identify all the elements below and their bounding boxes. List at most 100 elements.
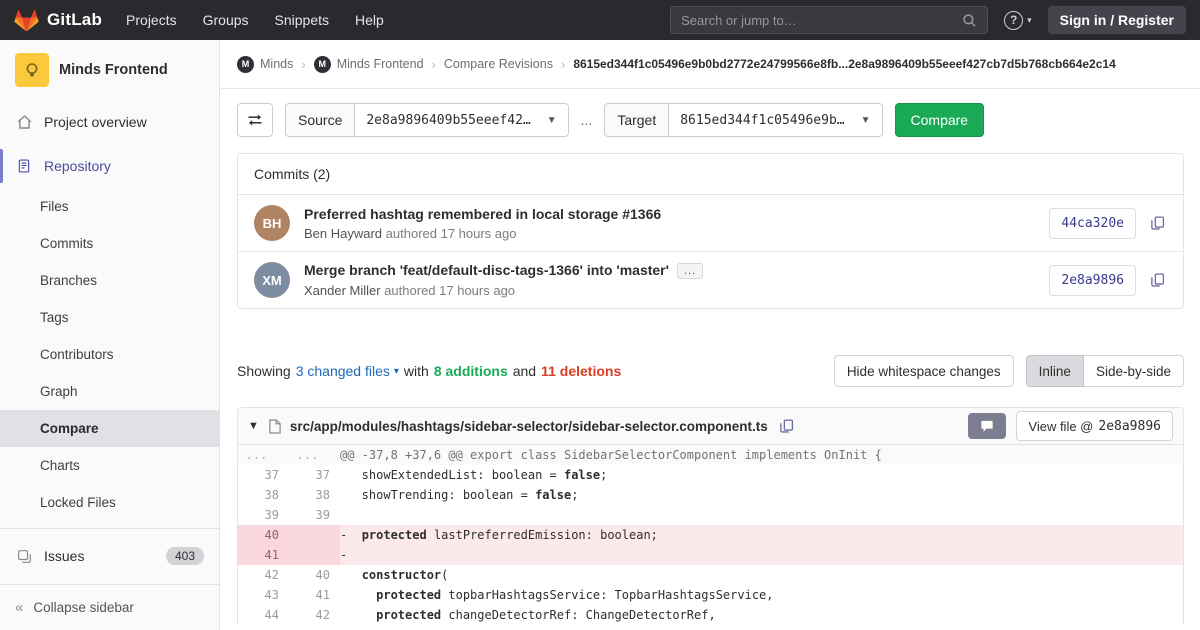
old-line-number[interactable]: 39 <box>238 505 289 525</box>
sidebar-item-graph[interactable]: Graph <box>0 373 219 410</box>
old-line-number[interactable]: 43 <box>238 585 289 605</box>
toggle-comments-button[interactable] <box>968 413 1006 439</box>
old-line-number[interactable]: 41 <box>238 545 289 565</box>
sidebar-item-files[interactable]: Files <box>0 188 219 225</box>
side-by-side-view-button[interactable]: Side-by-side <box>1083 355 1184 387</box>
old-line-number[interactable]: 37 <box>238 465 289 485</box>
commit-title-link[interactable]: Merge branch 'feat/default-disc-tags-136… <box>304 262 669 278</box>
breadcrumb-link-compare-revisions[interactable]: Compare Revisions <box>444 57 553 71</box>
breadcrumb-label: Minds Frontend <box>337 57 424 71</box>
sidebar-item-tags[interactable]: Tags <box>0 299 219 336</box>
diff-line: 40- protected lastPreferredEmission: boo… <box>238 525 1183 545</box>
repository-icon <box>15 158 33 174</box>
old-line-number[interactable]: 40 <box>238 525 289 545</box>
gitlab-home-link[interactable]: GitLab <box>14 8 102 32</box>
sidebar-item-project-overview[interactable]: Project overview <box>0 100 219 144</box>
new-line-number[interactable]: 42 <box>289 605 340 625</box>
avatar[interactable]: BH <box>254 205 290 241</box>
commit-byline: Ben Hayward authored 17 hours ago <box>304 226 1035 241</box>
commit-sha-button[interactable]: 44ca320e <box>1049 208 1136 239</box>
clipboard-icon <box>1150 272 1165 288</box>
nav-link-help[interactable]: Help <box>355 12 384 28</box>
commit-sha-button[interactable]: 2e8a9896 <box>1049 265 1136 296</box>
sidebar-divider <box>0 528 219 529</box>
top-navbar: GitLab Projects Groups Snippets Help ? ▾ Si… <box>0 0 1200 40</box>
commit-author-link[interactable]: Xander Miller <box>304 283 381 298</box>
view-file-button[interactable]: View file @ 2e8a9896 <box>1016 411 1173 441</box>
breadcrumb-link-minds[interactable]: MMinds <box>237 56 293 73</box>
nav-link-snippets[interactable]: Snippets <box>275 12 329 28</box>
diff-line-code: showExtendedList: boolean = false; <box>340 465 1183 485</box>
commit-author-link[interactable]: Ben Hayward <box>304 226 382 241</box>
expand-commit-description-button[interactable]: ... <box>677 263 703 279</box>
gitlab-tanuki-logo-icon <box>14 8 39 32</box>
with-label: with <box>404 363 429 379</box>
nav-links: Projects Groups Snippets Help <box>126 12 384 28</box>
avatar[interactable]: XM <box>254 262 290 298</box>
commit-title-link[interactable]: Preferred hashtag remembered in local st… <box>304 206 661 222</box>
diff-file-path-link[interactable]: src/app/modules/hashtags/sidebar-selecto… <box>290 419 768 434</box>
nav-link-projects[interactable]: Projects <box>126 12 177 28</box>
diff-line-code: @@ -37,8 +37,6 @@ export class SidebarSe… <box>340 445 1183 465</box>
old-line-number[interactable]: 44 <box>238 605 289 625</box>
copy-commit-sha-button[interactable] <box>1148 213 1167 233</box>
new-line-number[interactable] <box>289 525 340 545</box>
new-line-number[interactable]: 39 <box>289 505 340 525</box>
target-ref-dropdown[interactable]: 8615ed344f1c05496e9b… ▼ <box>668 103 882 137</box>
navbar-right: ? ▾ Sign in / Register <box>670 6 1186 34</box>
collapse-diff-caret-icon[interactable]: ▼ <box>248 420 259 432</box>
project-context-header[interactable]: Minds Frontend <box>0 40 219 96</box>
breadcrumb-link-minds-frontend[interactable]: MMinds Frontend <box>314 56 424 73</box>
copy-file-path-button[interactable] <box>777 416 796 436</box>
copy-commit-sha-button[interactable] <box>1148 270 1167 290</box>
home-icon <box>15 114 33 130</box>
breadcrumb-separator: › <box>561 57 565 72</box>
comment-bubble-icon <box>980 420 994 433</box>
changed-files-dropdown[interactable]: 3 changed files ▾ <box>296 363 399 379</box>
file-icon <box>268 419 281 434</box>
project-sidebar: Minds Frontend Project overview Reposito… <box>0 40 220 630</box>
nav-link-groups[interactable]: Groups <box>203 12 249 28</box>
brand-name: GitLab <box>47 10 102 30</box>
new-line-number[interactable]: 37 <box>289 465 340 485</box>
sidebar-item-commits[interactable]: Commits <box>0 225 219 262</box>
new-line-number[interactable]: 40 <box>289 565 340 585</box>
collapse-chevrons-icon: « <box>15 599 23 616</box>
diff-line: 4240 constructor( <box>238 565 1183 585</box>
new-line-number[interactable]: 41 <box>289 585 340 605</box>
source-ref-dropdown[interactable]: 2e8a9896409b55eeef42… ▼ <box>354 103 568 137</box>
commit-meta: authored 17 hours ago <box>381 283 515 298</box>
sidebar-item-charts[interactable]: Charts <box>0 447 219 484</box>
sidebar-item-locked-files[interactable]: Locked Files <box>0 484 219 521</box>
search-icon <box>962 13 977 28</box>
compare-form: Source 2e8a9896409b55eeef42… ▼ ... Targe… <box>237 103 1184 137</box>
diff-line: 3737 showExtendedList: boolean = false; <box>238 465 1183 485</box>
collapse-sidebar-button[interactable]: « Collapse sidebar <box>0 584 219 630</box>
new-line-number[interactable]: 38 <box>289 485 340 505</box>
project-avatar <box>15 53 49 87</box>
breadcrumb-label: Minds <box>260 57 293 71</box>
inline-view-button[interactable]: Inline <box>1026 355 1084 387</box>
sidebar-item-branches[interactable]: Branches <box>0 262 219 299</box>
sidebar-item-repository[interactable]: Repository <box>0 144 219 188</box>
breadcrumb-commit-range: 8615ed344f1c05496e9b0bd2772e24799566e8fb… <box>573 57 1115 71</box>
diff-line: 41- <box>238 545 1183 565</box>
old-line-number[interactable]: 42 <box>238 565 289 585</box>
sign-in-register-button[interactable]: Sign in / Register <box>1048 6 1186 34</box>
help-menu[interactable]: ? ▾ <box>1004 11 1032 30</box>
breadcrumb-separator: › <box>432 57 436 72</box>
diff-mode-button-group: Inline Side-by-side <box>1026 355 1184 387</box>
old-line-number[interactable]: 38 <box>238 485 289 505</box>
sidebar-item-compare[interactable]: Compare <box>0 410 219 447</box>
sidebar-item-issues[interactable]: Issues 403 <box>0 536 219 576</box>
ref-range-dots: ... <box>581 112 593 128</box>
commit-actions: 44ca320e <box>1049 208 1167 239</box>
sidebar-item-label: Project overview <box>44 114 147 130</box>
swap-revisions-button[interactable] <box>237 103 273 137</box>
compare-button[interactable]: Compare <box>895 103 985 137</box>
new-line-number[interactable] <box>289 545 340 565</box>
hide-whitespace-button[interactable]: Hide whitespace changes <box>834 355 1014 387</box>
project-title: Minds Frontend <box>59 62 168 78</box>
search-input[interactable] <box>681 13 954 28</box>
sidebar-item-contributors[interactable]: Contributors <box>0 336 219 373</box>
